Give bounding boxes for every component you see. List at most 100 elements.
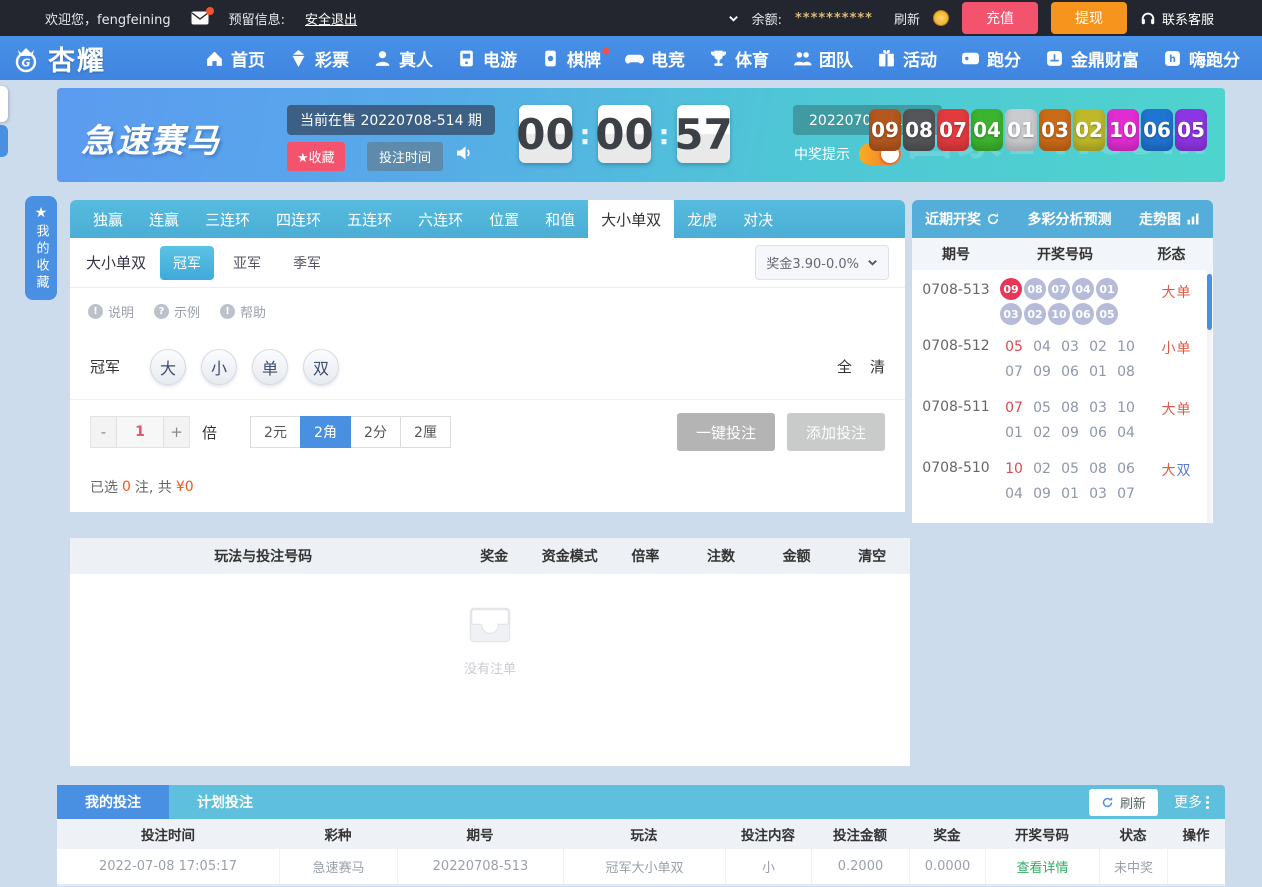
orders-tab-我的投注[interactable]: 我的投注 [57, 785, 169, 819]
position-option-亚军[interactable]: 亚军 [220, 246, 274, 280]
select-all-link[interactable]: 全 [837, 356, 852, 377]
collapsed-side-tab-2[interactable] [0, 125, 8, 157]
play-tab-六连环[interactable]: 六连环 [405, 200, 476, 238]
orders-refresh-button[interactable]: 刷新 [1088, 788, 1158, 816]
helper-label: 帮助 [240, 305, 267, 321]
unit-option-2厘[interactable]: 2厘 [400, 416, 452, 448]
orders-tab-计划投注[interactable]: 计划投注 [169, 785, 281, 819]
issue: 20220708-513 [397, 849, 563, 884]
draw-number: 01 [1089, 364, 1107, 380]
nav-item-体育[interactable]: 体育 [697, 46, 781, 71]
recent-tab-近期开奖[interactable]: 近期开奖 [925, 209, 1000, 229]
nav-item-label: 彩票 [315, 50, 349, 71]
favorite-button[interactable]: ★收藏 [287, 142, 345, 171]
draw-number: 10 [1117, 400, 1135, 416]
play-tab-连赢[interactable]: 连赢 [136, 200, 192, 238]
chevron-down-icon[interactable] [728, 13, 739, 24]
draw-number: 08 [1024, 278, 1046, 300]
more-button[interactable]: 更多 [1174, 792, 1209, 812]
welcome-text: 欢迎您，fengfeining [45, 12, 171, 28]
result-number-04: 04 [971, 109, 1003, 151]
brand-logo[interactable]: G 杏耀 [10, 39, 106, 78]
new-badge [602, 46, 610, 55]
play-tab-四连环[interactable]: 四连环 [263, 200, 334, 238]
helper-link-说明[interactable]: ! 说明 [88, 302, 134, 321]
refresh-balance-link[interactable]: 刷新 [894, 9, 920, 28]
quick-bet-button[interactable]: 一键投注 [677, 413, 775, 451]
nav-item-金鼎财富[interactable]: 金鼎财富 [1033, 46, 1151, 71]
draw-number: 09 [1033, 364, 1051, 380]
draw-number: 01 [1061, 486, 1079, 502]
multiplier-plus-button[interactable]: + [163, 416, 190, 448]
orders-col-期号: 期号 [466, 828, 494, 844]
position-option-冠军[interactable]: 冠军 [160, 245, 215, 280]
clear-link[interactable]: 清 [870, 356, 885, 377]
play-tab-对决[interactable]: 对决 [730, 200, 786, 238]
logout-link[interactable]: 安全退出 [305, 9, 357, 28]
play-tab-位置[interactable]: 位置 [476, 200, 532, 238]
withdraw-button[interactable]: 提现 [1050, 2, 1127, 34]
my-favorites-tab[interactable]: ★ 我的收藏 [25, 196, 57, 300]
deposit-button[interactable]: 充值 [961, 2, 1038, 34]
bet-option-单[interactable]: 单 [252, 348, 289, 385]
recent-tab-多彩分析预测[interactable]: 多彩分析预测 [1028, 209, 1112, 229]
helper-link-帮助[interactable]: ! 帮助 [220, 302, 266, 321]
play-tab-三连环[interactable]: 三连环 [192, 200, 263, 238]
nav-item-电竞[interactable]: 电竞 [613, 46, 697, 71]
play-tab-龙虎[interactable]: 龙虎 [674, 200, 730, 238]
nav-item-电游[interactable]: 电游 [445, 46, 529, 71]
unit-option-2分[interactable]: 2分 [350, 416, 402, 448]
speaker-icon[interactable] [455, 144, 473, 162]
nav-item-团队[interactable]: 团队 [781, 46, 865, 71]
draw-issue: 0708-512 [922, 338, 990, 354]
bet-content: 小 [725, 849, 811, 884]
draw-number: 04 [1117, 425, 1135, 441]
nav-item-真人[interactable]: 真人 [361, 46, 445, 71]
nav-item-跑分[interactable]: 跑分 [949, 46, 1033, 71]
bet-option-小[interactable]: 小 [201, 348, 238, 385]
helper-label: 示例 [174, 305, 201, 321]
draw-number-line: 05 04 03 02 10 [1000, 339, 1140, 355]
empty-text: 没有注单 [463, 662, 516, 677]
bet-option-双[interactable]: 双 [303, 348, 340, 385]
bonus-select[interactable]: 奖金3.90-0.0% [755, 245, 889, 280]
collapsed-side-tab-1[interactable] [0, 86, 8, 122]
unit-option-2角[interactable]: 2角 [300, 416, 352, 448]
nav-item-首页[interactable]: 首页 [193, 46, 277, 71]
add-bet-button[interactable]: 添加投注 [787, 413, 885, 451]
more-dots-icon [1206, 795, 1209, 809]
nav-item-棋牌[interactable]: 棋牌 [529, 46, 613, 71]
recent-tab-走势图[interactable]: 走势图 [1139, 209, 1200, 229]
play-tab-和值[interactable]: 和值 [532, 200, 588, 238]
bet-time-button[interactable]: 投注时间 [367, 142, 444, 171]
result-number-07: 07 [937, 109, 969, 151]
draw-number: 05 [1096, 303, 1118, 325]
esports-icon [625, 49, 644, 68]
recent-panel-columns: 期号 开奖号码 形态 [912, 238, 1213, 270]
info-icon: ! [220, 303, 236, 319]
multiplier-value[interactable]: 1 [117, 416, 163, 448]
draw-number: 08 [1061, 400, 1079, 416]
draw-number: 07 [1005, 400, 1023, 416]
draw-numbers: 09 08 07 04 01 03 02 10 06 05 [1000, 278, 1140, 328]
mail-icon[interactable] [191, 7, 214, 25]
play-tab-五连环[interactable]: 五连环 [334, 200, 405, 238]
pattern-char: 大 [1161, 402, 1177, 418]
bet-slip-col-奖金: 奖金 [480, 549, 509, 565]
recent-tab-label: 多彩分析预测 [1027, 212, 1112, 228]
draw-numbers-link[interactable]: 查看详情 [985, 849, 1099, 884]
play-tab-大小单双[interactable]: 大小单双 [588, 200, 675, 238]
nav-item-嗨跑分[interactable]: h 嗨跑分 [1151, 46, 1252, 71]
nav-item-彩票[interactable]: 彩票 [277, 46, 361, 71]
position-option-季军[interactable]: 季军 [280, 246, 334, 280]
helper-link-示例[interactable]: ? 示例 [154, 302, 200, 321]
bet-option-大[interactable]: 大 [150, 348, 187, 385]
unit-option-2元[interactable]: 2元 [250, 416, 302, 448]
panel-scrollbar-thumb[interactable] [1207, 274, 1212, 330]
contact-service-link[interactable]: 联系客服 [1140, 9, 1214, 28]
draw-number: 01 [1005, 425, 1023, 441]
nav-item-活动[interactable]: 活动 [865, 46, 949, 71]
multiplier-minus-button[interactable]: - [90, 416, 117, 448]
hipaofen-icon: h [1163, 49, 1182, 68]
play-tab-独赢[interactable]: 独赢 [80, 200, 136, 238]
